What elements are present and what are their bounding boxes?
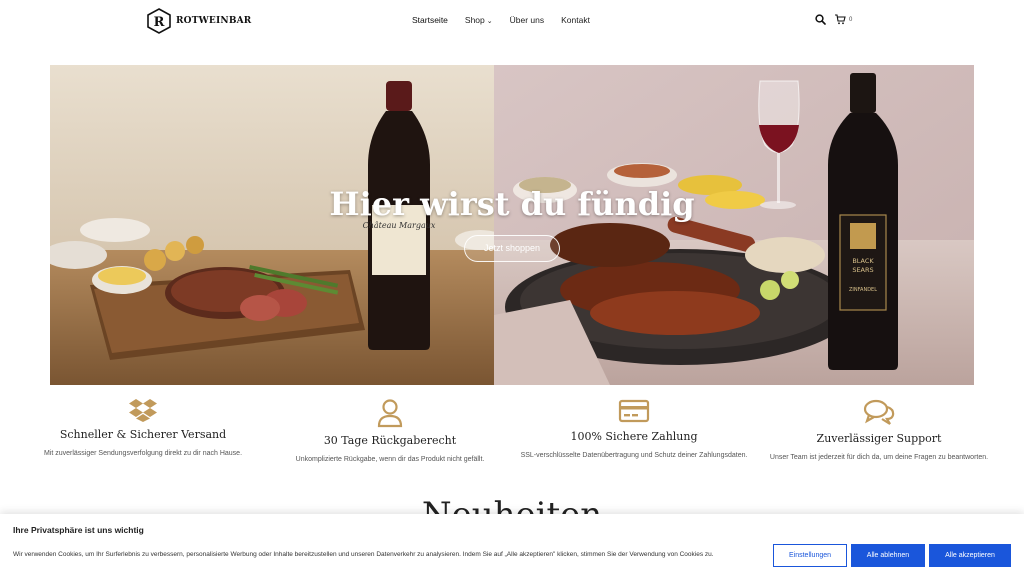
feature-shipping: Schneller & Sicherer Versand Mit zuverlä… — [23, 398, 263, 460]
credit-card-icon — [618, 399, 650, 423]
site-header: R ROTWEINBAR Startseite Shop ⌄ Über uns K… — [0, 0, 1024, 42]
feature-desc: SSL-verschlüsselte Datenübertragung und … — [520, 452, 748, 459]
feature-payment: 100% Sichere Zahlung SSL-verschlüsselte … — [514, 398, 754, 462]
cookie-banner: Ihre Privatsphäre ist uns wichtig Wir ve… — [0, 514, 1024, 576]
svg-text:SEARS: SEARS — [852, 266, 873, 274]
feature-title: Zuverlässiger Support — [816, 432, 942, 445]
cookie-text: Wir verwenden Cookies, um Ihr Surferlebn… — [13, 551, 714, 558]
dropbox-icon — [129, 399, 157, 422]
user-icon — [377, 399, 403, 428]
cookie-reject-button[interactable]: Alle ablehnen — [851, 544, 925, 567]
feature-title: Schneller & Sicherer Versand — [59, 428, 227, 441]
feature-desc: Mit zuverlässiger Sendungsverfolgung dir… — [43, 450, 243, 457]
feature-desc: Unkomplizierte Rückgabe, wenn dir das Pr… — [295, 456, 485, 463]
feature-support: Zuverlässiger Support Unser Team ist jed… — [759, 398, 999, 464]
chat-icon — [863, 399, 895, 425]
main-nav: Startseite Shop ⌄ Über uns Kontakt — [412, 15, 607, 25]
cookie-title: Ihre Privatsphäre ist uns wichtig — [13, 525, 144, 535]
feature-returns: 30 Tage Rückgaberecht Unkomplizierte Rüc… — [270, 398, 510, 466]
svg-text:BLACK: BLACK — [852, 257, 874, 265]
shop-now-button[interactable]: Jetzt shoppen — [464, 235, 560, 262]
search-icon[interactable] — [815, 13, 826, 25]
hero-title: Hier wirst du fündig — [329, 185, 695, 223]
chevron-down-icon: ⌄ — [486, 18, 493, 25]
svg-text:ZINFANDEL: ZINFANDEL — [849, 287, 877, 293]
nav-shop-label: Shop — [464, 15, 485, 25]
feature-title: 100% Sichere Zahlung — [570, 430, 698, 443]
nav-ueber-uns[interactable]: Über uns — [510, 15, 545, 25]
feature-list: Schneller & Sicherer Versand Mit zuverlä… — [0, 398, 1024, 498]
feature-desc: Unser Team ist jederzeit für dich da, um… — [769, 454, 989, 461]
feature-title: 30 Tage Rückgaberecht — [323, 434, 457, 447]
cart-count: 0 — [849, 16, 853, 23]
cart-icon[interactable] — [834, 13, 846, 25]
header-actions: 0 — [815, 13, 852, 25]
logo-text: ROTWEINBAR — [176, 16, 252, 26]
cookie-settings-button[interactable]: Einstellungen — [773, 544, 847, 567]
svg-text:R: R — [154, 15, 165, 30]
nav-startseite[interactable]: Startseite — [412, 15, 448, 25]
hero-image: Château Margaux BLACK SEARS ZINFANDEL — [50, 65, 974, 385]
logo-icon: R — [147, 8, 171, 34]
hero-banner: Château Margaux BLACK SEARS ZINFANDEL Hi… — [50, 65, 974, 385]
nav-kontakt[interactable]: Kontakt — [561, 15, 590, 25]
nav-shop[interactable]: Shop ⌄ — [465, 15, 493, 25]
cookie-accept-button[interactable]: Alle akzeptieren — [929, 544, 1011, 567]
logo[interactable]: R ROTWEINBAR — [146, 8, 252, 34]
